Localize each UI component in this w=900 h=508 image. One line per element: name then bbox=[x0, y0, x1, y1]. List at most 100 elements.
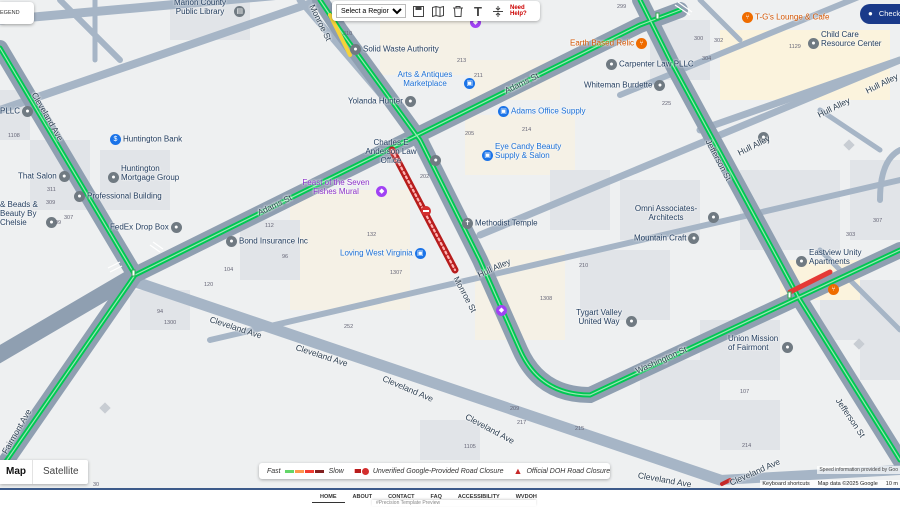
landmark-icon: ◆ bbox=[376, 186, 388, 198]
traffic-legend: Fast Slow Unverified Google-Provided Roa… bbox=[259, 463, 610, 479]
location-pin-icon: ● bbox=[782, 342, 793, 354]
location-pin-icon: ● bbox=[808, 38, 819, 50]
shopping-icon: ▣ bbox=[464, 78, 476, 90]
scale-label[interactable]: 10 m bbox=[886, 481, 898, 487]
poi-adams-office-supply[interactable]: ▣ Adams Office Supply bbox=[496, 106, 586, 117]
address-number: 214 bbox=[522, 127, 532, 133]
legend-slow-label: Slow bbox=[328, 467, 344, 475]
map-canvas[interactable]: Marion County Public Library ▤ ● Solid Wa… bbox=[0, 0, 900, 488]
poi-marion-county-library[interactable]: Marion County Public Library ▤ bbox=[170, 0, 247, 18]
location-pin-icon: ● bbox=[430, 155, 442, 167]
nav-home[interactable]: HOME bbox=[312, 492, 345, 503]
check-button[interactable]: ● Check bbox=[860, 4, 900, 24]
warning-triangle-icon: ▲ bbox=[513, 466, 523, 476]
poi-restaurant-east[interactable]: ⑂ bbox=[826, 284, 841, 295]
text-icon[interactable]: T bbox=[470, 3, 486, 19]
poi-mountain-craft[interactable]: Mountain Craft ● bbox=[634, 233, 701, 244]
poi-fedex-drop-box[interactable]: FedEx Drop Box ● bbox=[110, 222, 184, 233]
address-number: 1129 bbox=[789, 44, 801, 50]
poi-union-mission[interactable]: Union Mission of Fairmont ● bbox=[728, 334, 795, 354]
legend-unverified-label: Unverified Google-Provided Road Closure bbox=[372, 467, 504, 475]
address-number: 214 bbox=[742, 443, 752, 449]
poi-that-salon[interactable]: That Salon ● bbox=[18, 171, 72, 182]
legend-toggle-button[interactable]: EGEND bbox=[0, 2, 34, 24]
poi-bond-insurance[interactable]: ● Bond Insurance Inc bbox=[224, 236, 308, 247]
poi-arts-antiques[interactable]: Arts & Antiques Marketplace ▣ bbox=[390, 70, 477, 90]
map-type-control: Map Satellite bbox=[0, 460, 88, 484]
address-number: 107 bbox=[740, 389, 750, 395]
location-pin-icon: ● bbox=[74, 191, 85, 202]
book-icon: ▤ bbox=[234, 6, 246, 18]
map-icon[interactable] bbox=[430, 3, 446, 19]
landmark-icon: ◆ bbox=[496, 305, 507, 316]
unverified-closure-icon bbox=[353, 467, 369, 475]
poi-charles-anderson[interactable]: Charles E Anderson Law Office ● bbox=[356, 138, 443, 167]
trash-icon[interactable] bbox=[450, 3, 466, 19]
address-number: 94 bbox=[157, 309, 164, 315]
poi-methodist-temple[interactable]: ✝ Methodist Temple bbox=[460, 218, 538, 229]
address-number: 120 bbox=[204, 282, 214, 288]
poi-professional-building[interactable]: ● Professional Building bbox=[72, 191, 162, 202]
poi-huntington-bank[interactable]: $ Huntington Bank bbox=[108, 134, 182, 145]
address-number: 215 bbox=[575, 426, 585, 432]
template-preview-bar: #Precision Template Preview bbox=[372, 500, 536, 506]
address-number: 99 bbox=[55, 220, 62, 226]
address-number: 1300 bbox=[164, 320, 177, 326]
poi-whiteman-burdette[interactable]: Whiteman Burdette ● bbox=[584, 80, 667, 91]
poi-purple-landmark[interactable]: ◆ bbox=[494, 305, 509, 316]
poi-solid-waste-authority[interactable]: ● Solid Waste Authority bbox=[348, 44, 439, 55]
location-pin-icon: ● bbox=[22, 106, 34, 117]
address-number: 309 bbox=[46, 200, 56, 206]
address-number: 213 bbox=[457, 58, 467, 64]
poi-tygart-valley[interactable]: Tygart Valley United Way ● bbox=[574, 308, 639, 328]
address-number: 307 bbox=[64, 215, 74, 221]
poi-yolanda-hunter[interactable]: Yolanda Hunter ● bbox=[348, 96, 418, 107]
address-number: 1308 bbox=[540, 296, 553, 302]
location-pin-icon: ● bbox=[796, 256, 807, 268]
poi-carpenter-law[interactable]: ● Carpenter Law PLLC bbox=[604, 59, 694, 70]
restaurant-icon: ⑂ bbox=[742, 12, 753, 23]
map-toolbar: Select a Region T Need Help? bbox=[332, 1, 540, 21]
address-number: 302 bbox=[714, 38, 724, 44]
poi-feast-mural[interactable]: Feast of the Seven Fishes Mural ◆ bbox=[300, 178, 389, 198]
address-number: 1108 bbox=[8, 133, 20, 139]
shopping-icon: ▣ bbox=[414, 248, 426, 259]
vertical-align-icon[interactable] bbox=[490, 3, 506, 19]
address-number: 299 bbox=[617, 4, 627, 10]
legend-fast-label: Fast bbox=[267, 467, 281, 475]
address-number: 310 bbox=[343, 31, 353, 37]
speed-attribution: Speed information provided by Goo bbox=[817, 466, 900, 474]
map-type-map-button[interactable]: Map bbox=[0, 460, 32, 484]
address-number: 304 bbox=[702, 56, 712, 62]
map-type-satellite-button[interactable]: Satellite bbox=[32, 460, 85, 484]
address-number: 205 bbox=[465, 131, 475, 137]
location-pin-icon: ● bbox=[606, 59, 617, 70]
address-number: 210 bbox=[579, 263, 589, 269]
location-pin-icon: ● bbox=[688, 233, 700, 244]
address-number: 112 bbox=[265, 223, 274, 229]
poi-earth-based-relic[interactable]: Earth Based Relic ⑂ bbox=[570, 38, 649, 49]
poi-tgs-lounge[interactable]: ⑂ T-G's Lounge & Cafe bbox=[740, 12, 829, 23]
speed-scale bbox=[284, 469, 325, 473]
location-pin-icon: ● bbox=[58, 171, 70, 182]
shopping-icon: ▣ bbox=[482, 150, 493, 162]
help-link[interactable]: Need Help? bbox=[510, 5, 536, 18]
map-data-credit: Map data ©2025 Google bbox=[817, 481, 878, 487]
poi-pllc[interactable]: PLLC ● bbox=[0, 106, 35, 117]
restaurant-icon: ⑂ bbox=[828, 284, 839, 295]
location-pin-icon: ● bbox=[626, 316, 637, 328]
poi-eastview-unity[interactable]: ●Eastview Unity Apartments bbox=[794, 248, 869, 268]
poi-omni-associates[interactable]: Omni Associates-Architects ● bbox=[626, 204, 721, 224]
location-pin-icon: ● bbox=[350, 44, 361, 55]
region-select[interactable]: Select a Region bbox=[336, 4, 406, 18]
keyboard-shortcuts-link[interactable]: Keyboard shortcuts bbox=[762, 481, 809, 487]
dollar-icon: $ bbox=[110, 134, 121, 145]
poi-child-care[interactable]: ●Child Care Resource Center bbox=[806, 30, 895, 50]
location-pin-icon: ● bbox=[108, 172, 119, 184]
address-number: 300 bbox=[694, 36, 704, 42]
location-pin-icon: ● bbox=[404, 96, 416, 107]
poi-eye-candy[interactable]: ▣Eye Candy Beauty Supply & Salon bbox=[480, 142, 575, 162]
poi-huntington-mortgage[interactable]: ●Huntington Mortgage Group bbox=[106, 164, 185, 184]
poi-loving-west-virginia[interactable]: Loving West Virginia ▣ bbox=[340, 248, 428, 259]
save-icon[interactable] bbox=[410, 3, 426, 19]
